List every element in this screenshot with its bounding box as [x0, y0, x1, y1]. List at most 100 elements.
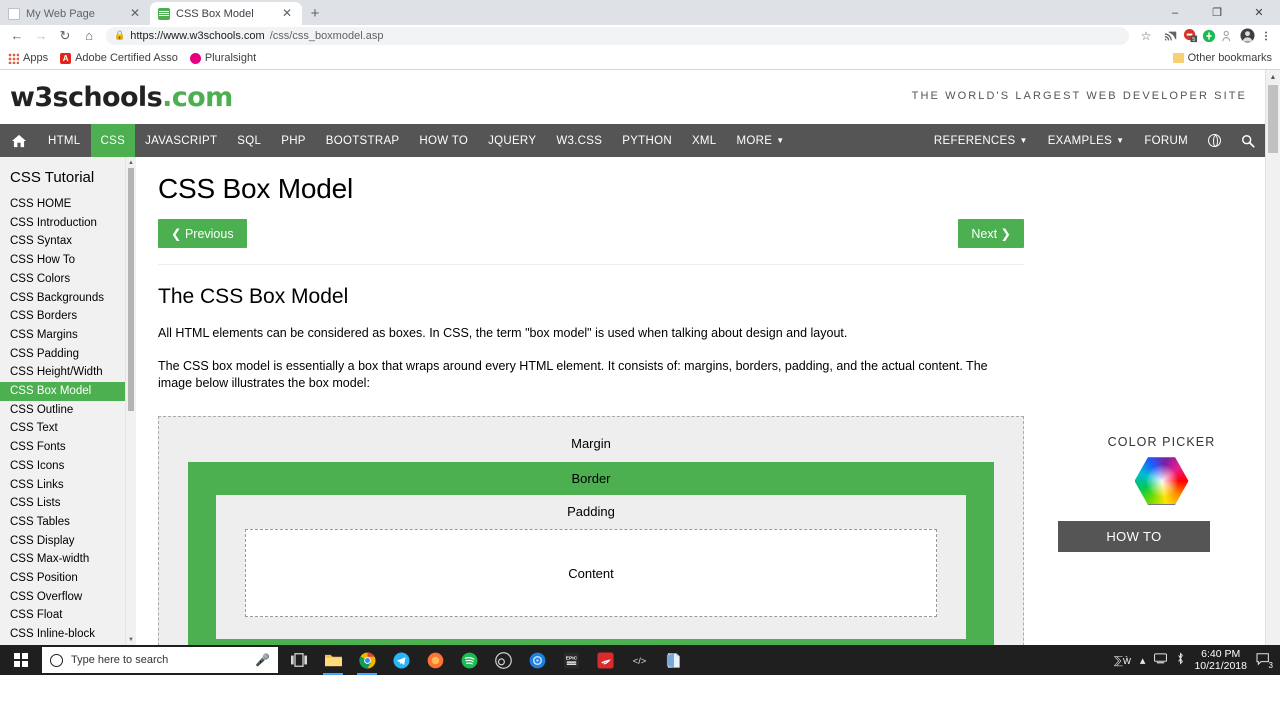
nav-item-php[interactable]: PHP [271, 124, 316, 157]
address-bar[interactable]: 🔒 https://www.w3schools.com/css/css_boxm… [106, 26, 1129, 45]
nav-item-how-to[interactable]: HOW TO [409, 124, 478, 157]
maximize-button[interactable]: ❐ [1196, 0, 1238, 25]
reload-icon[interactable]: ↻ [54, 25, 76, 47]
bookmark-pluralsight[interactable]: Pluralsight [189, 52, 256, 64]
close-icon[interactable]: ✕ [280, 6, 294, 21]
search-input[interactable]: Type here to search 🎤 [42, 647, 278, 673]
sidebar-item-css-padding[interactable]: CSS Padding [0, 345, 125, 364]
home-icon[interactable]: ⌂ [78, 25, 100, 47]
bookmark-other[interactable]: Other bookmarks [1172, 52, 1272, 64]
sidebar-item-css-icons[interactable]: CSS Icons [0, 457, 125, 476]
file-explorer-icon[interactable] [318, 645, 348, 675]
nav-item-javascript[interactable]: JAVASCRIPT [135, 124, 227, 157]
discord-icon[interactable] [522, 645, 552, 675]
nav-item-examples[interactable]: EXAMPLES ▼ [1038, 124, 1135, 157]
onenote-icon[interactable] [658, 645, 688, 675]
nav-item-forum[interactable]: FORUM [1134, 124, 1198, 157]
nav-search-button[interactable] [1231, 124, 1265, 157]
telegram-icon[interactable] [386, 645, 416, 675]
forward-icon[interactable]: → [30, 25, 52, 47]
site-logo[interactable]: w3schools.com [10, 82, 233, 113]
close-window-button[interactable]: ✕ [1238, 0, 1280, 25]
chrome-menu-icon[interactable] [1258, 28, 1274, 44]
obs-icon[interactable] [488, 645, 518, 675]
sidebar-item-css-outline[interactable]: CSS Outline [0, 401, 125, 420]
sidebar-item-css-backgrounds[interactable]: CSS Backgrounds [0, 289, 125, 308]
lock-icon: 🔒 [114, 30, 126, 40]
sidebar-item-css-height-width[interactable]: CSS Height/Width [0, 363, 125, 382]
bluetooth-icon[interactable] [1176, 652, 1185, 668]
close-icon[interactable]: ✕ [128, 6, 142, 21]
sidebar-item-css-tables[interactable]: CSS Tables [0, 513, 125, 532]
nav-item-css[interactable]: CSS [90, 124, 136, 157]
sidebar-item-css-home[interactable]: CSS HOME [0, 195, 125, 214]
adblock-icon[interactable]: 5 [1182, 28, 1198, 44]
taskbar-clock[interactable]: 6:40 PM 10/21/2018 [1194, 648, 1247, 672]
sidebar-item-css-lists[interactable]: CSS Lists [0, 494, 125, 513]
sidebar-item-css-colors[interactable]: CSS Colors [0, 270, 125, 289]
profile-avatar[interactable] [1239, 28, 1255, 44]
bookmark-star-icon[interactable]: ☆ [1135, 25, 1157, 47]
scroll-up-icon[interactable]: ▲ [1266, 70, 1280, 85]
sidebar-scrollbar[interactable]: ▲ ▼ [125, 157, 136, 645]
next-button[interactable]: Next ❯ [958, 219, 1024, 248]
vscode-icon[interactable]: </> [624, 645, 654, 675]
sidebar-item-css-box-model[interactable]: CSS Box Model [0, 382, 125, 401]
notification-center-icon[interactable]: 3 [1256, 652, 1273, 670]
windows-start-icon[interactable] [0, 645, 42, 675]
sidebar-item-css-overflow[interactable]: CSS Overflow [0, 588, 125, 607]
sidebar-item-css-syntax[interactable]: CSS Syntax [0, 232, 125, 251]
sidebar-item-css-borders[interactable]: CSS Borders [0, 307, 125, 326]
bookmark-apps[interactable]: Apps [8, 52, 48, 64]
scroll-down-icon[interactable]: ▼ [126, 634, 136, 645]
nav-item-xml[interactable]: XML [682, 124, 727, 157]
nav-item-bootstrap[interactable]: BOOTSTRAP [316, 124, 410, 157]
nav-globe-button[interactable] [1198, 124, 1231, 157]
how-to-banner[interactable]: HOW TO [1058, 521, 1210, 552]
bookmark-adobe[interactable]: A Adobe Certified Asso [60, 52, 178, 64]
sidebar-item-css-fonts[interactable]: CSS Fonts [0, 438, 125, 457]
nav-home-icon[interactable] [0, 124, 38, 157]
nav-item-jquery[interactable]: JQUERY [478, 124, 546, 157]
person-search-icon[interactable] [1220, 28, 1236, 44]
sidebar-item-css-text[interactable]: CSS Text [0, 419, 125, 438]
extension-green-icon[interactable] [1201, 28, 1217, 44]
sidebar-item-css-display[interactable]: CSS Display [0, 532, 125, 551]
epic-games-icon[interactable]: EPIC [556, 645, 586, 675]
cast-icon[interactable] [1163, 28, 1179, 44]
sidebar-item-css-margins[interactable]: CSS Margins [0, 326, 125, 345]
sidebar-item-css-inline-block[interactable]: CSS Inline-block [0, 625, 125, 644]
spotify-icon[interactable] [454, 645, 484, 675]
sidebar-item-css-how-to[interactable]: CSS How To [0, 251, 125, 270]
firefox-icon[interactable] [420, 645, 450, 675]
sidebar-item-css-float[interactable]: CSS Float [0, 606, 125, 625]
task-view-icon[interactable] [284, 645, 314, 675]
browser-tab-css-box-model[interactable]: CSS Box Model ✕ [150, 2, 302, 25]
nav-item-python[interactable]: PYTHON [612, 124, 682, 157]
page-scrollbar[interactable]: ▲ [1265, 70, 1280, 645]
scroll-up-icon[interactable]: ▲ [126, 157, 136, 168]
nav-item-w3css[interactable]: W3.CSS [546, 124, 612, 157]
color-hexagon-icon[interactable] [1134, 457, 1189, 505]
nav-item-html[interactable]: HTML [38, 124, 91, 157]
nav-item-more[interactable]: MORE ▼ [727, 124, 795, 157]
adobe-icon[interactable] [590, 645, 620, 675]
sidebar-item-css-introduction[interactable]: CSS Introduction [0, 214, 125, 233]
show-hidden-icon[interactable]: ▴ [1140, 654, 1146, 667]
sidebar-item-css-links[interactable]: CSS Links [0, 476, 125, 495]
browser-tab-my-web-page[interactable]: My Web Page ✕ [0, 2, 150, 25]
network-icon[interactable] [1154, 653, 1168, 667]
nav-item-references[interactable]: REFERENCES ▼ [924, 124, 1038, 157]
nav-item-sql[interactable]: SQL [227, 124, 271, 157]
sidebar-item-css-max-width[interactable]: CSS Max-width [0, 550, 125, 569]
keyboard-layout-icon[interactable]: ⅀ẁ [1114, 654, 1131, 667]
page-scrollbar-thumb[interactable] [1268, 85, 1278, 153]
sidebar-scrollbar-thumb[interactable] [128, 168, 134, 411]
minimize-button[interactable]: – [1154, 0, 1196, 25]
chrome-icon[interactable] [352, 645, 382, 675]
microphone-icon[interactable]: 🎤 [255, 653, 270, 667]
new-tab-button[interactable]: + [302, 2, 328, 25]
previous-button[interactable]: ❮ Previous [158, 219, 247, 248]
back-icon[interactable]: ← [6, 25, 28, 47]
sidebar-item-css-position[interactable]: CSS Position [0, 569, 125, 588]
